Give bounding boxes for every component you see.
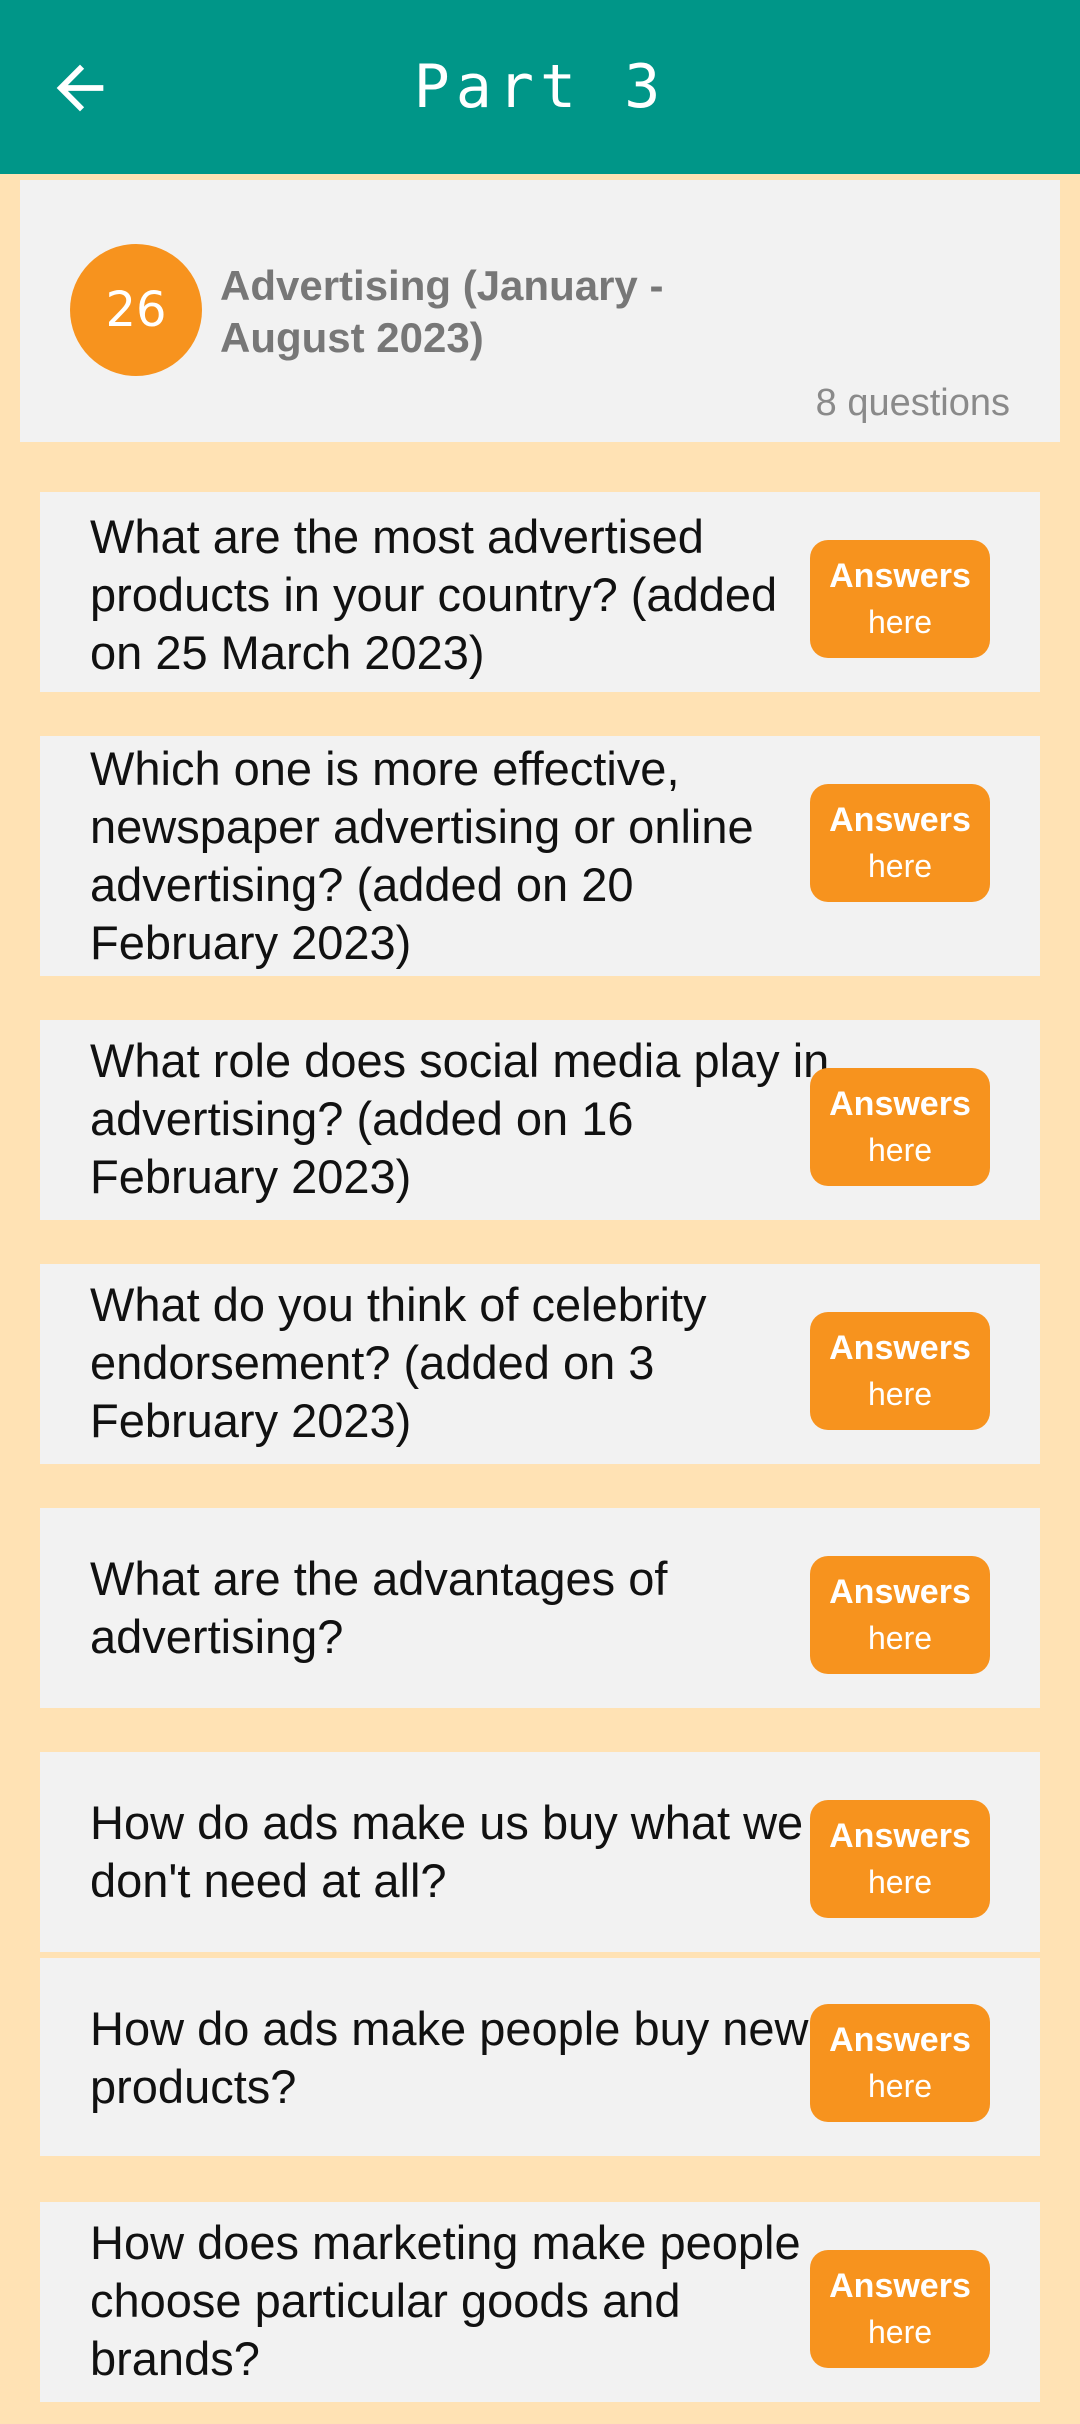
answers-label: Answers (829, 1817, 971, 1855)
question-card[interactable]: What do you think of celebrity endorseme… (40, 1264, 1040, 1464)
answers-button[interactable]: Answers here (810, 1312, 990, 1430)
question-card[interactable]: How do ads make people buy new products?… (40, 1958, 1040, 2156)
question-text: How do ads make people buy new products? (90, 2002, 809, 2113)
answers-button[interactable]: Answers here (810, 1556, 990, 1674)
app-bar: Part 3 (0, 0, 1080, 174)
question-count: 8 questions (815, 382, 1010, 424)
answers-label: Answers (829, 557, 971, 595)
question-card[interactable]: How does marketing make people choose pa… (40, 2202, 1040, 2402)
answers-label: Answers (829, 2267, 971, 2305)
answers-label: Answers (829, 1329, 971, 1367)
question-text: What are the most advertised products in… (90, 510, 778, 679)
answers-sublabel: here (867, 2068, 933, 2104)
answers-sublabel: here (867, 1620, 933, 1656)
question-card[interactable]: What are the advantages of advertising? … (40, 1508, 1040, 1708)
question-text: Which one is more effective, newspaper a… (90, 742, 754, 969)
answers-button[interactable]: Answers here (810, 2250, 990, 2368)
answers-sublabel: here (867, 1864, 933, 1900)
back-button[interactable] (30, 38, 130, 138)
answers-label: Answers (829, 1573, 971, 1611)
question-text: How do ads make us buy what we don't nee… (90, 1796, 804, 1907)
question-text: What role does social media play in adve… (90, 1034, 830, 1203)
question-text: How does marketing make people choose pa… (90, 2216, 801, 2385)
answers-button[interactable]: Answers here (810, 2004, 990, 2122)
question-card[interactable]: Which one is more effective, newspaper a… (40, 736, 1040, 976)
topic-header-card: 26 Advertising (January - August 2023) 8… (20, 180, 1060, 442)
topic-title: Advertising (January - August 2023) (220, 262, 664, 361)
answers-button[interactable]: Answers here (810, 1068, 990, 1186)
page-title: Part 3 (413, 52, 667, 122)
answers-sublabel: here (867, 604, 933, 640)
question-card[interactable]: What role does social media play in adve… (40, 1020, 1040, 1220)
question-card[interactable]: How do ads make us buy what we don't nee… (40, 1752, 1040, 1952)
answers-sublabel: here (867, 2314, 933, 2350)
question-card[interactable]: What are the most advertised products in… (40, 492, 1040, 692)
answers-sublabel: here (867, 1376, 933, 1412)
answers-label: Answers (829, 801, 971, 839)
topic-number-badge: 26 (70, 244, 202, 376)
answers-button[interactable]: Answers here (810, 1800, 990, 1918)
answers-sublabel: here (867, 1132, 933, 1168)
answers-label: Answers (829, 1085, 971, 1123)
question-text: What are the advantages of advertising? (90, 1552, 668, 1663)
arrow-left-icon (56, 64, 104, 112)
answers-sublabel: here (867, 848, 933, 884)
answers-label: Answers (829, 2021, 971, 2059)
answers-button[interactable]: Answers here (810, 784, 990, 902)
answers-button[interactable]: Answers here (810, 540, 990, 658)
question-text: What do you think of celebrity endorseme… (90, 1278, 707, 1447)
